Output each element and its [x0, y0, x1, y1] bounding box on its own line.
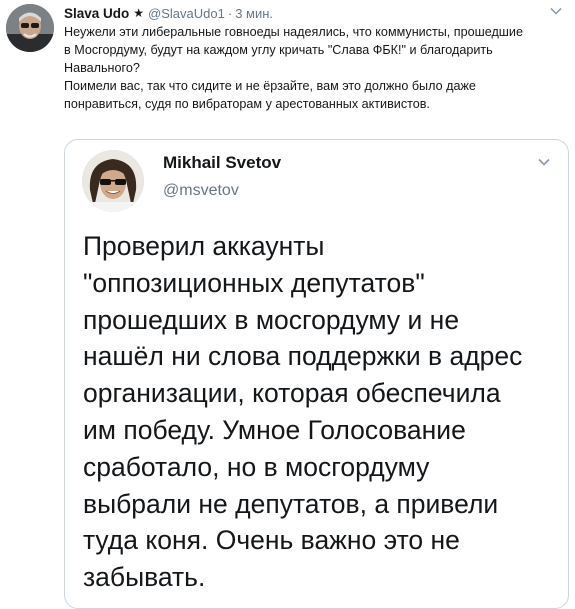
quoted-author-name[interactable]: Mikhail Svetov — [163, 153, 281, 173]
star-icon: ★ — [133, 6, 145, 20]
avatar[interactable] — [6, 4, 54, 52]
avatar[interactable] — [82, 150, 144, 212]
tweet-header: Slava Udo ★ @SlavaUdo1 · 3 мин. — [64, 4, 273, 22]
author-handle[interactable]: @SlavaUdo1 — [148, 6, 225, 21]
quoted-tweet-text: Проверил аккаунты "оппозиционных депутат… — [83, 231, 523, 593]
quoted-author-handle[interactable]: @msvetov — [163, 182, 239, 200]
author-name[interactable]: Slava Udo — [64, 6, 129, 21]
tweet-text: Неужели эти либеральные говноеды надеяли… — [64, 23, 559, 113]
tweet-paragraph: Поимели вас, так что сидите и не ёрзайте… — [64, 79, 476, 111]
tweet: Slava Udo ★ @SlavaUdo1 · 3 мин. Неужели … — [0, 0, 575, 609]
timestamp[interactable]: 3 мин. — [235, 6, 273, 21]
chevron-down-icon[interactable] — [549, 4, 563, 18]
chevron-down-icon[interactable] — [536, 154, 552, 170]
quoted-tweet[interactable]: Mikhail Svetov @msvetov Проверил аккаунт… — [64, 139, 569, 609]
tweet-paragraph: Неужели эти либеральные говноеды надеяли… — [64, 25, 523, 75]
separator: · — [227, 5, 233, 21]
